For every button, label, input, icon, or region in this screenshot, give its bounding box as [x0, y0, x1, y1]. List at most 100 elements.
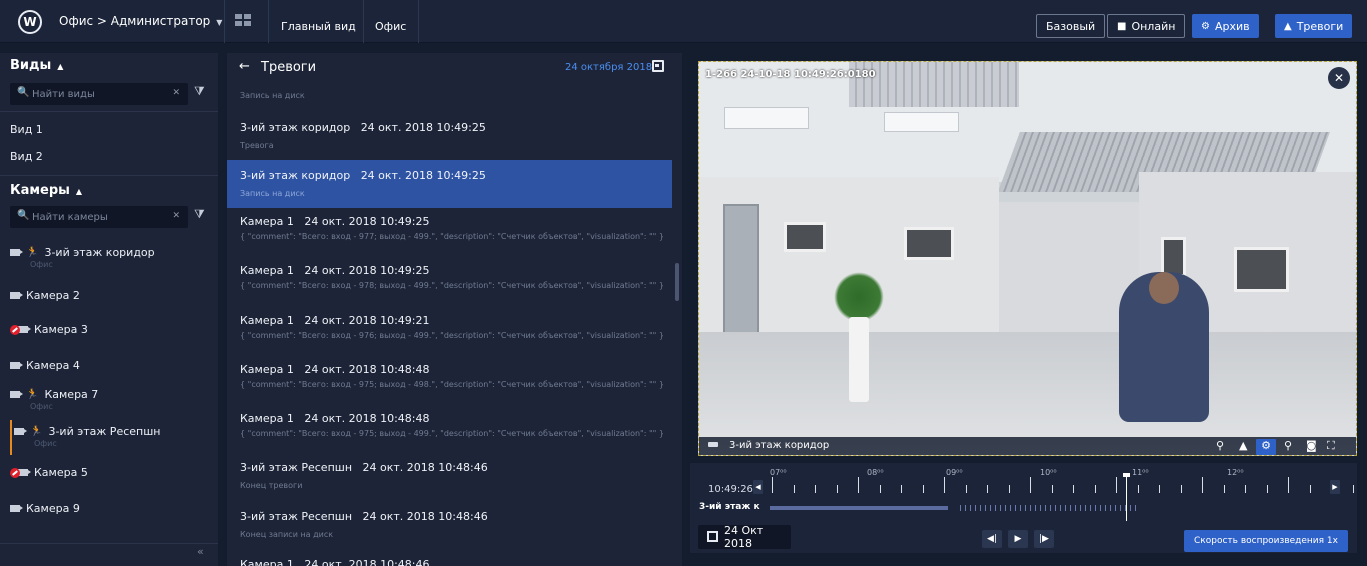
back-arrow-icon[interactable]: ← — [239, 59, 250, 74]
events-date[interactable]: 24 октября 2018 — [565, 62, 652, 73]
breadcrumb[interactable]: Офис > Администратор ▼ — [59, 14, 222, 28]
event-item[interactable]: 3-ий этаж коридор 24 окт. 2018 10:49:25 Т… — [227, 115, 672, 163]
timeline-left-button[interactable]: ◀ — [753, 480, 763, 494]
video-scene — [1234, 247, 1289, 292]
event-item[interactable]: Камера 1 24 окт. 2018 10:48:48 { "comment… — [227, 363, 672, 389]
video-camera-label: 3-ий этаж коридор — [729, 440, 830, 451]
views-title[interactable]: Виды ▲ — [10, 58, 63, 73]
timeline-tick — [1008, 485, 1010, 493]
view-item[interactable]: Вид 1 — [10, 123, 43, 136]
filter-icon[interactable]: ⧩ — [194, 207, 205, 222]
play-button[interactable]: ▶ — [1008, 530, 1028, 548]
event-title: Камера 1 24 окт. 2018 10:49:21 — [240, 314, 430, 327]
tab-office[interactable]: Офис — [375, 20, 406, 33]
clear-icon[interactable]: ✕ — [172, 88, 180, 98]
event-item[interactable]: 3-ий этаж Ресепшн 24 окт. 2018 10:48:46 К… — [227, 510, 672, 539]
camera-group: Офис — [30, 260, 53, 269]
camera-item[interactable]: Камера 5 — [10, 466, 88, 479]
camera-item[interactable]: Камера 2 — [10, 289, 80, 302]
camera-item[interactable]: 🏃 3-ий этаж Ресепшн Офис — [14, 425, 160, 448]
timeline-tick — [815, 485, 816, 493]
archive-button[interactable]: ⚙ Архив — [1192, 14, 1259, 38]
timeline-tick — [922, 485, 924, 493]
recording-segment — [965, 505, 966, 511]
snapshot-icon[interactable]: ◙ — [1306, 439, 1317, 452]
timeline-tick — [1159, 485, 1160, 493]
video-scene — [904, 227, 954, 260]
date-picker[interactable]: 24 Окт 2018 — [698, 524, 791, 550]
event-title: 3-ий этаж Ресепшн 24 окт. 2018 10:48:46 — [240, 510, 488, 523]
archive-icon[interactable]: ⚙ — [1256, 439, 1276, 455]
scrollbar-thumb[interactable] — [675, 263, 679, 301]
alarms-button[interactable]: ▲ Тревоги — [1275, 14, 1353, 38]
camera-icon — [10, 505, 23, 512]
timeline-tick — [1309, 485, 1311, 493]
calendar-icon[interactable] — [652, 60, 664, 72]
bell-icon[interactable]: ▲ — [1239, 439, 1247, 452]
event-item[interactable]: Камера 1 24 окт. 2018 10:48:48 { "comment… — [227, 412, 672, 438]
video-scene — [784, 222, 826, 252]
timeline[interactable]: 07⁰⁰ 08⁰⁰ 09⁰⁰ 10⁰⁰ 11⁰⁰ 12⁰⁰ 10:49:26 ◀… — [690, 463, 1357, 553]
timeline-tick — [965, 485, 967, 493]
timeline-tick — [1051, 485, 1053, 493]
error-icon — [10, 467, 20, 478]
tab-main-view[interactable]: Главный вид — [281, 20, 356, 33]
event-item[interactable]: 3-ий этаж Ресепшн 24 окт. 2018 10:48:46 К… — [227, 461, 672, 490]
camera-item[interactable]: Камера 3 — [10, 323, 88, 336]
step-forward-button[interactable]: |▶ — [1034, 530, 1054, 548]
video-scene — [849, 317, 869, 402]
views-search-input[interactable]: 🔍 Найти виды ✕ — [10, 83, 188, 105]
zoom-icon[interactable]: ⚲ — [1284, 439, 1292, 452]
camera-item[interactable]: Камера 4 — [10, 359, 80, 372]
event-detail: { "comment": "Всего: вход - 978; выход -… — [240, 281, 664, 290]
clear-icon[interactable]: ✕ — [172, 211, 180, 221]
recording-segment — [1110, 505, 1111, 511]
motion-icon: 🏃 — [30, 426, 43, 437]
camera-item[interactable]: Камера 9 — [10, 502, 80, 515]
playback-speed-button[interactable]: Скорость воспроизведения 1x — [1184, 530, 1348, 552]
recording-segment — [1070, 505, 1071, 511]
cameras-title[interactable]: Камеры ▲ — [10, 183, 82, 198]
event-detail: { "comment": "Всего: вход - 977; выход -… — [240, 232, 664, 241]
step-back-button[interactable]: ◀| — [982, 530, 1002, 548]
close-video-button[interactable]: ✕ — [1328, 67, 1350, 89]
timeline-cursor[interactable] — [1126, 475, 1127, 521]
event-item[interactable]: Камера 1 24 окт. 2018 10:49:25 { "comment… — [227, 264, 672, 290]
timeline-tick — [1245, 485, 1246, 493]
collapse-sidebar-button[interactable]: « — [197, 545, 204, 558]
filter-icon[interactable]: ⧩ — [194, 84, 205, 99]
fullscreen-icon[interactable]: ⛶ — [1327, 439, 1335, 453]
recording-segment — [1020, 505, 1021, 511]
timeline-hour: 08⁰⁰ — [867, 468, 884, 477]
camera-item[interactable]: 🏃 3-ий этаж коридор Офис — [10, 246, 155, 269]
sidebar: Виды ▲ 🔍 Найти виды ✕ ⧩ Вид 1 Вид 2 Камеры ▲… — [0, 53, 218, 566]
events-header: ← Тревоги 24 октября 2018 — [227, 53, 682, 81]
recording-segment — [970, 505, 971, 511]
recording-segment — [1055, 505, 1056, 511]
event-item[interactable]: Запись на диск — [227, 91, 672, 100]
camera-name: 3-ий этаж коридор — [44, 246, 155, 259]
divider — [0, 543, 218, 544]
event-item[interactable]: Камера 1 24 окт. 2018 10:49:21 { "comment… — [227, 314, 672, 340]
event-item[interactable]: Камера 1 24 окт. 2018 10:49:25 { "comment… — [227, 215, 672, 241]
cameras-search-input[interactable]: 🔍 Найти камеры ✕ — [10, 206, 188, 228]
collapse-up-icon: ▲ — [75, 187, 83, 196]
timeline-tick — [879, 485, 881, 493]
recording-segment — [980, 505, 981, 511]
video-frame[interactable]: 1-266 24-10-18 10:49:26:0180 ✕ 3-ий этаж… — [698, 61, 1357, 456]
basic-button[interactable]: Базовый — [1036, 14, 1106, 38]
views-search-placeholder: Найти виды — [32, 88, 95, 100]
timeline-hour: 07⁰⁰ — [770, 468, 787, 477]
view-item[interactable]: Вид 2 — [10, 150, 43, 163]
ptz-icon[interactable]: ⚲ — [1216, 439, 1224, 452]
layout-grid-icon[interactable] — [235, 14, 251, 26]
video-scene — [1161, 237, 1186, 277]
online-button[interactable]: ■ Онлайн — [1107, 14, 1186, 38]
event-item-selected[interactable]: 3-ий этаж коридор 24 окт. 2018 10:49:25 З… — [227, 160, 672, 208]
camera-item[interactable]: 🏃 Камера 7 Офис — [10, 388, 98, 411]
event-item[interactable]: Камера 1 24 окт. 2018 10:48:46 — [227, 558, 672, 566]
timeline-right-button[interactable]: ▶ — [1330, 480, 1340, 494]
camera-name: Камера 4 — [26, 359, 80, 372]
cameras-search-placeholder: Найти камеры — [32, 211, 108, 223]
timeline-tick — [793, 485, 795, 493]
